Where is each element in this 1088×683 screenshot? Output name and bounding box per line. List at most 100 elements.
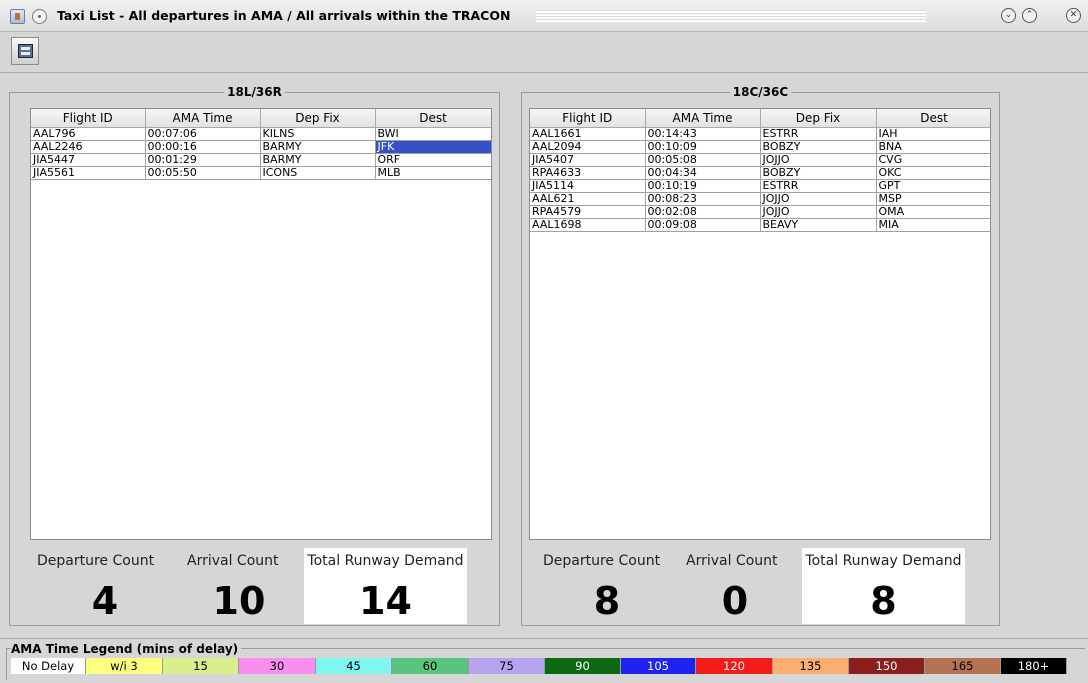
legend-swatch: No Delay xyxy=(11,658,86,674)
column-header-dep-fix[interactable]: Dep Fix xyxy=(260,109,376,128)
ama-time-cell[interactable]: 00:05:50 xyxy=(145,166,261,180)
java-app-icon[interactable] xyxy=(10,9,25,24)
table-row[interactable]: RPA4579 00:02:08 JOJJO OMA xyxy=(530,205,990,219)
flight-id-cell[interactable]: AAL1661 xyxy=(530,127,646,141)
dep-fix-cell[interactable]: BARMY xyxy=(260,140,376,154)
ama-time-cell[interactable]: 00:09:08 xyxy=(645,218,761,232)
dest-cell[interactable]: MSP xyxy=(876,192,990,206)
legend-swatch: 165 xyxy=(925,658,1001,674)
dest-cell[interactable]: JFK xyxy=(375,140,491,154)
legend-swatch: w/i 3 xyxy=(86,658,163,674)
table-row[interactable]: JIA5561 00:05:50 ICONS MLB xyxy=(31,166,491,180)
flight-id-cell[interactable]: AAL2094 xyxy=(530,140,646,154)
runway-title: 18C/36C xyxy=(729,85,792,99)
table-row[interactable]: JIA5407 00:05:08 JOJJO CVG xyxy=(530,153,990,167)
table-row[interactable]: AAL1698 00:09:08 BEAVY MIA xyxy=(530,218,990,232)
dest-cell[interactable]: GPT xyxy=(876,179,990,193)
taxi-table[interactable]: Flight ID AMA Time Dep Fix Dest AAL796 00… xyxy=(30,108,492,540)
legend-swatch: 135 xyxy=(773,658,849,674)
total-demand-label: Total Runway Demand xyxy=(307,553,464,569)
dep-fix-cell[interactable]: BOBZY xyxy=(760,140,877,154)
total-demand-value: 8 xyxy=(870,579,897,623)
dep-fix-cell[interactable]: BARMY xyxy=(260,153,376,167)
ama-time-cell[interactable]: 00:00:16 xyxy=(145,140,261,154)
table-row[interactable]: AAL621 00:08:23 JOJJO MSP xyxy=(530,192,990,206)
dest-cell[interactable]: BWI xyxy=(375,127,491,141)
column-header-ama-time[interactable]: AMA Time xyxy=(145,109,261,128)
runway-panel-18c-36c: 18C/36C Flight ID AMA Time Dep Fix Dest … xyxy=(521,85,1000,626)
ama-time-cell[interactable]: 00:05:08 xyxy=(645,153,761,167)
column-header-flight-id[interactable]: Flight ID xyxy=(530,109,646,128)
legend-swatch: 30 xyxy=(239,658,316,674)
arrival-count-value: 10 xyxy=(212,579,266,623)
table-row[interactable]: AAL796 00:07:06 KILNS BWI xyxy=(31,127,491,141)
ama-time-cell[interactable]: 00:08:23 xyxy=(645,192,761,206)
column-header-dep-fix[interactable]: Dep Fix xyxy=(760,109,877,128)
dep-fix-cell[interactable]: BEAVY xyxy=(760,218,877,232)
flight-id-cell[interactable]: JIA5561 xyxy=(31,166,146,180)
ama-time-cell[interactable]: 00:14:43 xyxy=(645,127,761,141)
dep-fix-cell[interactable]: ICONS xyxy=(260,166,376,180)
dest-cell[interactable]: CVG xyxy=(876,153,990,167)
table-row[interactable]: AAL1661 00:14:43 ESTRR IAH xyxy=(530,127,990,141)
legend-swatch: 60 xyxy=(392,658,469,674)
arrival-count-label: Arrival Count xyxy=(187,553,279,569)
column-header-ama-time[interactable]: AMA Time xyxy=(645,109,761,128)
flight-id-cell[interactable]: AAL796 xyxy=(31,127,146,141)
flight-id-cell[interactable]: JIA5407 xyxy=(530,153,646,167)
flight-id-cell[interactable]: AAL621 xyxy=(530,192,646,206)
close-button[interactable]: ✕ xyxy=(1066,8,1081,23)
ama-time-cell[interactable]: 00:02:08 xyxy=(645,205,761,219)
legend-title: AMA Time Legend (mins of delay) xyxy=(11,642,242,656)
flight-id-cell[interactable]: JIA5114 xyxy=(530,179,646,193)
flight-id-cell[interactable]: RPA4579 xyxy=(530,205,646,219)
total-demand-value: 14 xyxy=(359,579,412,623)
column-header-dest[interactable]: Dest xyxy=(375,109,491,128)
dep-fix-cell[interactable]: KILNS xyxy=(260,127,376,141)
window-title: Taxi List - All departures in AMA / All … xyxy=(57,8,511,23)
dest-cell[interactable]: MLB xyxy=(375,166,491,180)
dep-fix-cell[interactable]: JOJJO xyxy=(760,192,877,206)
dep-fix-cell[interactable]: ESTRR xyxy=(760,127,877,141)
dest-cell[interactable]: IAH xyxy=(876,127,990,141)
dep-fix-cell[interactable]: ESTRR xyxy=(760,179,877,193)
dest-cell[interactable]: MIA xyxy=(876,218,990,232)
table-row[interactable]: AAL2246 00:00:16 BARMY JFK xyxy=(31,140,491,154)
flight-id-cell[interactable]: JIA5447 xyxy=(31,153,146,167)
legend-swatch: 105 xyxy=(621,658,696,674)
table-row[interactable]: AAL2094 00:10:09 BOBZY BNA xyxy=(530,140,990,154)
maximize-button[interactable]: ⌃ xyxy=(1022,8,1037,23)
dep-fix-cell[interactable]: JOJJO xyxy=(760,153,877,167)
ama-time-cell[interactable]: 00:01:29 xyxy=(145,153,261,167)
ama-time-cell[interactable]: 00:07:06 xyxy=(145,127,261,141)
dep-fix-cell[interactable]: JOJJO xyxy=(760,205,877,219)
flight-id-cell[interactable]: AAL2246 xyxy=(31,140,146,154)
flight-id-cell[interactable]: RPA4633 xyxy=(530,166,646,180)
table-row[interactable]: RPA4633 00:04:34 BOBZY OKC xyxy=(530,166,990,180)
display-settings-icon xyxy=(18,44,33,58)
dest-cell[interactable]: ORF xyxy=(375,153,491,167)
legend-swatch: 120 xyxy=(696,658,773,674)
display-settings-button[interactable] xyxy=(11,37,39,65)
window-menu-icon[interactable] xyxy=(32,9,47,24)
total-runway-demand-box: Total Runway Demand 8 xyxy=(802,548,965,624)
table-row[interactable]: JIA5114 00:10:19 ESTRR GPT xyxy=(530,179,990,193)
arrival-count-value: 0 xyxy=(721,579,749,623)
dest-cell[interactable]: OKC xyxy=(876,166,990,180)
table-row[interactable]: JIA5447 00:01:29 BARMY ORF xyxy=(31,153,491,167)
ama-time-legend: AMA Time Legend (mins of delay) No Delay… xyxy=(0,638,1088,683)
column-header-flight-id[interactable]: Flight ID xyxy=(31,109,146,128)
minimize-button[interactable]: ⌄ xyxy=(1001,8,1016,23)
legend-swatch: 90 xyxy=(545,658,621,674)
ama-time-cell[interactable]: 00:04:34 xyxy=(645,166,761,180)
column-header-dest[interactable]: Dest xyxy=(876,109,990,128)
ama-time-cell[interactable]: 00:10:19 xyxy=(645,179,761,193)
table-body: AAL796 00:07:06 KILNS BWI AAL2246 00:00:16 BAR… xyxy=(31,127,491,180)
dep-fix-cell[interactable]: BOBZY xyxy=(760,166,877,180)
dest-cell[interactable]: BNA xyxy=(876,140,990,154)
ama-time-cell[interactable]: 00:10:09 xyxy=(645,140,761,154)
departure-count-label: Departure Count xyxy=(37,553,155,569)
flight-id-cell[interactable]: AAL1698 xyxy=(530,218,646,232)
taxi-table[interactable]: Flight ID AMA Time Dep Fix Dest AAL1661 0… xyxy=(529,108,991,540)
dest-cell[interactable]: OMA xyxy=(876,205,990,219)
